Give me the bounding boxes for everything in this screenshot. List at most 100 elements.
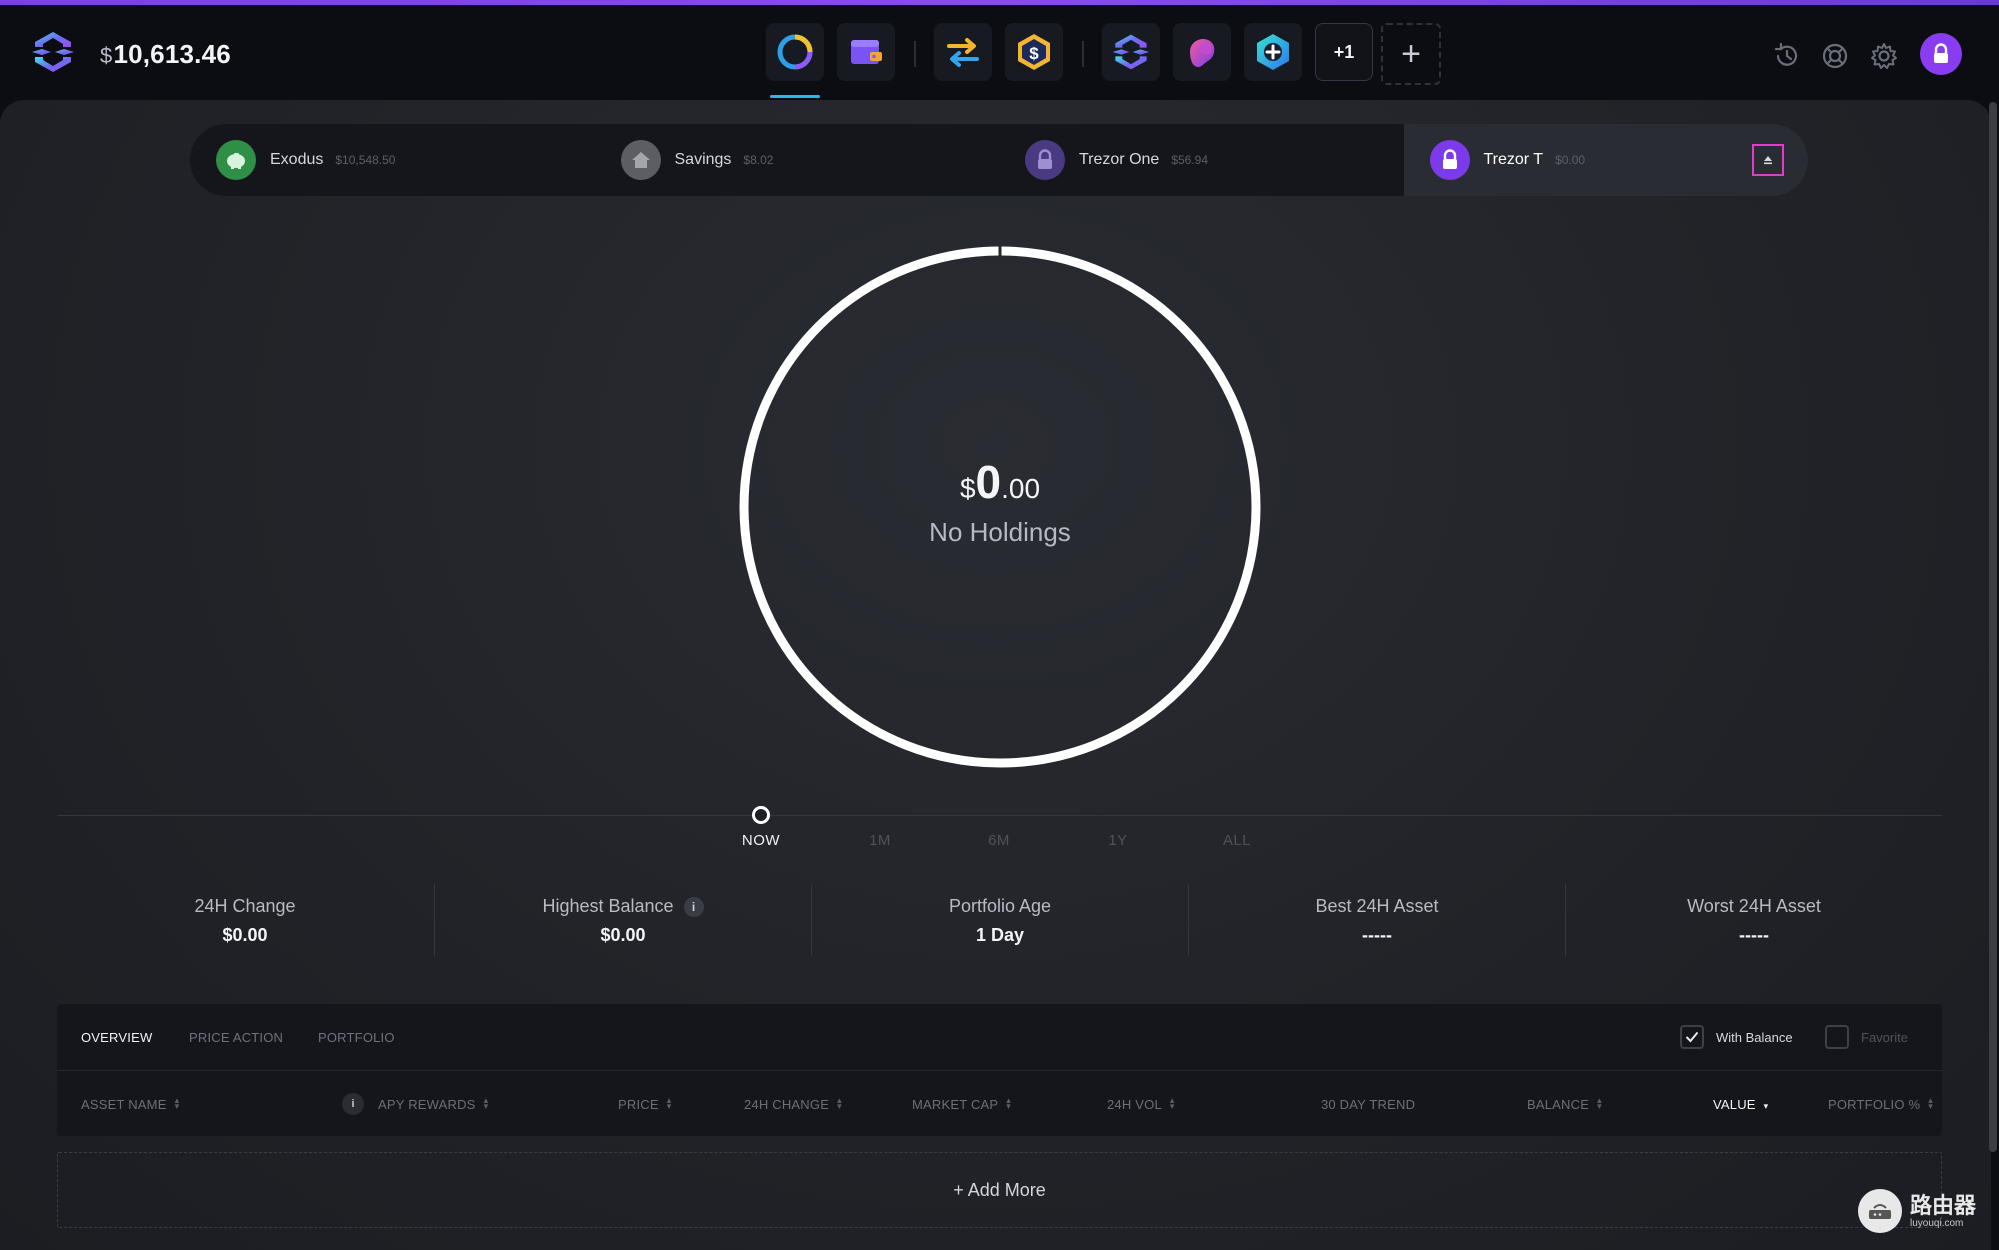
watermark-cn: 路由器 [1910,1192,1977,1218]
sort-desc-icon: ▾ [1763,1101,1769,1111]
lock-wallet-button[interactable] [1920,33,1962,75]
holdings-label: No Holdings [929,517,1071,547]
stat-best-24h-asset: Best 24H Asset ----- [1189,896,1565,946]
sort-arrows-icon: ▴ ▾ [837,1095,842,1111]
exodus-app-button[interactable] [1102,23,1160,81]
column-30-day-trend: 30 DAY TREND [1321,1097,1415,1112]
stat-value: 1 Day [975,925,1025,945]
stat-highest-balance: Highest Balance i $0.00 [435,896,811,946]
column-24h-vol[interactable]: 24H VOL ▴ ▾ [1107,1095,1175,1113]
portfolio-icon [777,34,813,70]
wallet-name: Trezor T [1483,151,1544,168]
column-24h-change[interactable]: 24H CHANGE ▴ ▾ [744,1095,842,1113]
wallet-name: Exodus [270,151,324,168]
exchange-icon [947,38,979,67]
stat-title: Worst 24H Asset [1687,896,1821,916]
stat-value: $0.00 [600,925,646,945]
eject-icon [1764,156,1772,165]
watermark: 路由器 luyouqi.com [1858,1186,1988,1236]
tab-portfolio[interactable]: PORTFOLIO [318,1030,395,1045]
stat-title: Best 24H Asset [1315,896,1439,916]
hex-app-button[interactable] [1244,23,1302,81]
column-value[interactable]: VALUE ▾ [1713,1097,1768,1112]
column-apy-rewards[interactable]: APY REWARDS ▴ ▾ [378,1096,488,1113]
with-balance-checkbox[interactable] [1680,1025,1704,1049]
wallet-balance: $0.00 [1555,153,1586,167]
total-balance: $10,613.46 [100,39,231,70]
stat-worst-24h-asset: Worst 24H Asset ----- [1566,896,1942,946]
stat-value: ----- [1362,925,1392,945]
sort-arrows-icon: ▴ ▾ [1169,1095,1175,1111]
sort-arrows-icon: ▴ ▾ [1006,1095,1011,1111]
tab-overview[interactable]: OVERVIEW [81,1030,152,1045]
watermark-text: 路由器 luyouqi.com [1910,1192,1977,1229]
support-icon[interactable] [1820,41,1850,71]
stablecoin-nav-button[interactable]: $ [1005,23,1063,81]
more-apps-button[interactable]: +1 [1315,23,1373,81]
total-balance-value: 10,613.46 [113,39,231,69]
column-asset-name[interactable]: ASSET NAME ▴ ▾ [81,1096,179,1113]
timeline-option-all[interactable]: ALL [1197,832,1277,849]
with-balance-label: With Balance [1716,1030,1793,1045]
favorite-checkbox[interactable] [1825,1025,1849,1049]
nav-separator [1082,41,1084,67]
top-bar: $10,613.46 $ +1 + [0,5,1999,100]
column-label: PORTFOLIO % [1828,1097,1921,1112]
timeline-option-1m[interactable]: 1M [840,832,920,849]
column-price[interactable]: PRICE ▴ ▾ [618,1095,672,1113]
spray-app-button[interactable] [1173,23,1231,81]
portfolio-nav-button[interactable] [766,23,824,98]
home-icon [620,140,661,180]
stat-title-row: Highest Balance i [435,896,811,917]
ring-center: $0.00 No Holdings [737,455,1263,548]
sort-arrows-icon: ▴ ▾ [1928,1095,1933,1111]
exodus-logo-icon[interactable] [30,29,76,75]
tab-price-action[interactable]: PRICE ACTION [189,1030,283,1045]
piggy-bank-icon [216,140,256,180]
table-header-divider [57,1070,1942,1071]
sort-arrows-icon: ▴ ▾ [666,1095,672,1111]
wallet-name: Savings [674,151,732,168]
add-app-button[interactable]: + [1381,23,1441,85]
stat-24h-change: 24H Change $0.00 [57,896,433,946]
column-label: 24H CHANGE [744,1097,830,1112]
wallet-tab-trezor-one[interactable]: Trezor One $56.94 [999,124,1404,196]
stat-title: 24H Change [194,896,296,916]
column-portfolio-percent[interactable]: PORTFOLIO % ▴ ▾ [1828,1095,1933,1113]
stat-title: Portfolio Age [948,896,1052,916]
wallet-balance: $8.02 [743,153,774,167]
wallet-tab-exodus[interactable]: Exodus $10,548.50 [190,124,595,196]
trezor-lock-icon [1025,140,1065,180]
holdings-cents: .00 [1001,473,1041,504]
spray-app-icon [1190,39,1215,67]
column-label: 30 DAY TREND [1321,1097,1416,1112]
holdings-whole: 0 [975,456,1002,508]
eject-wallet-button[interactable] [1752,144,1784,176]
checkmark-icon [1685,1031,1699,1043]
wallet-tab-savings[interactable]: Savings $8.02 [595,124,1000,196]
column-balance[interactable]: BALANCE ▴ ▾ [1527,1095,1602,1113]
holdings-value: $0.00 [737,455,1263,509]
timeline-option-now[interactable]: NOW [721,832,801,849]
wallet-name: Trezor One [1079,151,1160,168]
info-icon[interactable]: i [683,897,704,917]
timeline-marker[interactable] [752,806,770,824]
column-market-cap[interactable]: MARKET CAP ▴ ▾ [912,1095,1011,1113]
wallet-nav-button[interactable] [837,23,895,81]
sort-arrows-icon: ▴ ▾ [1597,1095,1602,1111]
wallet-tab-trezor-t[interactable]: Trezor T $0.00 [1403,124,1808,196]
exodus-app-icon [1112,34,1150,70]
column-label: BALANCE [1527,1097,1590,1112]
apy-info-icon[interactable]: i [342,1093,364,1115]
column-label: MARKET CAP [912,1097,999,1112]
timeline-option-6m[interactable]: 6M [959,832,1039,849]
trezor-lock-icon [1429,140,1470,180]
settings-icon[interactable] [1869,41,1899,71]
exchange-nav-button[interactable] [934,23,992,81]
add-more-button[interactable]: + Add More [57,1152,1942,1228]
stat-value: $0.00 [222,925,268,945]
lock-icon [1934,43,1948,63]
history-icon[interactable] [1772,41,1802,71]
timeline-option-1y[interactable]: 1Y [1078,832,1158,849]
scrollbar[interactable] [1989,102,1997,1152]
